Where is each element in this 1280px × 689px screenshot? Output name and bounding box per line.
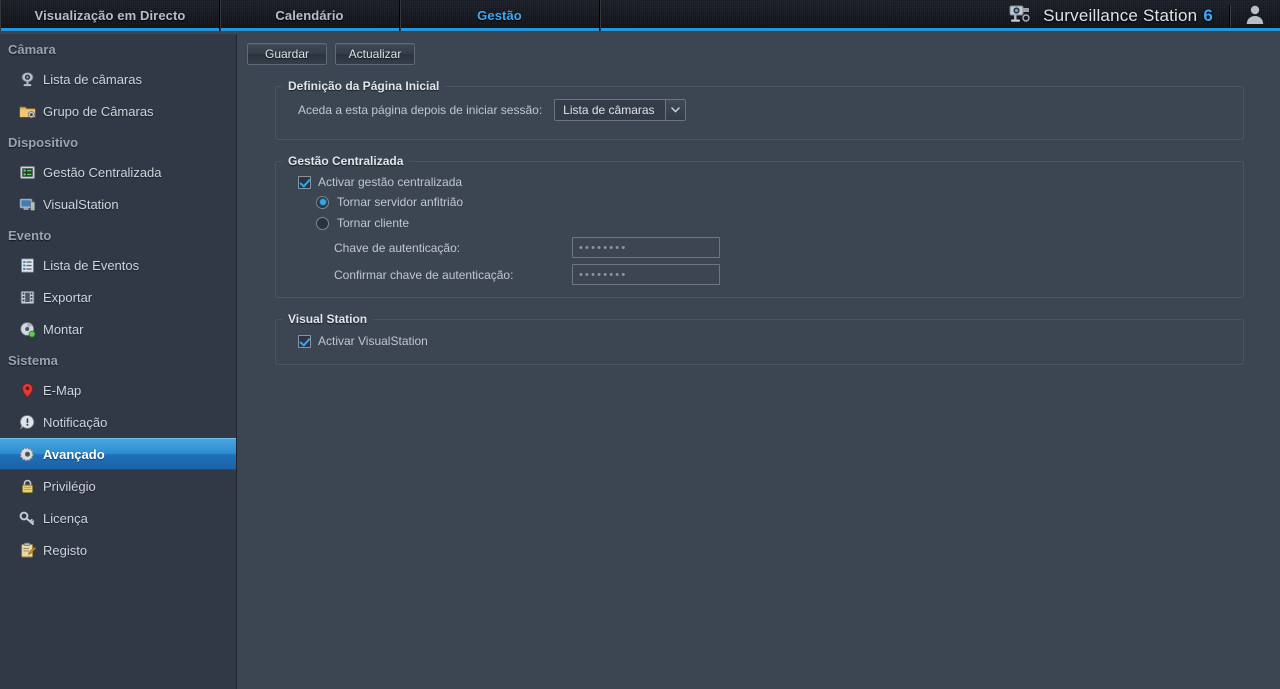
monitor-icon	[18, 195, 36, 213]
surveillance-station-window: Visualização em Directo Calendário Gestã…	[0, 0, 1280, 689]
sidebar-item-label: Licença	[43, 510, 88, 526]
content-toolbar: Guardar Actualizar	[238, 34, 1280, 65]
homepage-settings-group: Definição da Página Inicial Aceda a esta…	[275, 79, 1244, 140]
brand-area: Surveillance Station 6	[1008, 0, 1280, 31]
sidebar-section-event-title: Evento	[8, 228, 52, 243]
tab-management-label: Gestão	[477, 8, 522, 23]
alert-icon	[18, 413, 36, 431]
sidebar-item-license[interactable]: Licença	[0, 502, 236, 534]
sidebar-item-label: Registo	[43, 542, 88, 558]
auth-key-label: Chave de autenticação:	[334, 240, 461, 255]
sidebar-item-label: Lista de câmaras	[43, 71, 142, 87]
sidebar-item-label: Grupo de Câmaras	[43, 103, 154, 119]
sidebar-item-label: Lista de Eventos	[43, 257, 140, 273]
sidebar-item-label: Privilégio	[43, 478, 96, 494]
sidebar-item-notification[interactable]: Notificação	[0, 406, 236, 438]
content-area: Guardar Actualizar Definição da Página I…	[238, 34, 1280, 689]
sidebar-item-label: Notificação	[43, 414, 108, 430]
sidebar-item-camera-group[interactable]: Grupo de Câmaras	[0, 95, 236, 127]
auth-key-row: Chave de autenticação: ••••••••	[276, 237, 1243, 264]
camera-icon	[18, 70, 36, 88]
auth-key-confirm-field[interactable]: ••••••••	[572, 264, 720, 285]
auth-key-confirm-label: Confirmar chave de autenticação:	[334, 267, 514, 282]
homepage-settings-legend: Definição da Página Inicial	[288, 79, 440, 93]
brand-name: Surveillance Station	[1043, 5, 1198, 25]
sidebar-section-system-title: Sistema	[8, 353, 58, 368]
sidebar-item-event-list[interactable]: Lista de Eventos	[0, 249, 236, 281]
key-icon	[18, 509, 36, 527]
homepage-select[interactable]: Lista de câmaras	[554, 99, 687, 121]
homepage-select-value: Lista de câmaras	[563, 103, 655, 117]
brand-title: Surveillance Station 6	[1043, 6, 1213, 26]
camera-icon	[1008, 3, 1034, 28]
list-icon	[18, 256, 36, 274]
enable-central-checkbox[interactable]	[298, 175, 311, 189]
homepage-field-label: Aceda a esta página depois de iniciar se…	[298, 103, 543, 117]
homepage-row: Aceda a esta página depois de iniciar se…	[276, 93, 1243, 127]
sidebar-item-camera-list[interactable]: Lista de câmaras	[0, 63, 236, 95]
sidebar-item-label: VisualStation	[43, 196, 119, 212]
app-header: Visualização em Directo Calendário Gestã…	[0, 0, 1280, 31]
sidebar-item-emap[interactable]: E-Map	[0, 374, 236, 406]
sidebar-item-label: Gestão Centralizada	[43, 164, 162, 180]
sidebar-item-export[interactable]: Exportar	[0, 281, 236, 313]
sidebar-item-privilege[interactable]: Privilégio	[0, 470, 236, 502]
auth-key-confirm-row: Confirmar chave de autenticação: •••••••…	[276, 264, 1243, 285]
sidebar-item-label: E-Map	[43, 382, 82, 398]
sidebar-item-label: Montar	[43, 321, 84, 337]
gear-icon	[18, 445, 36, 463]
make-client-label: Tornar cliente	[337, 216, 410, 230]
enable-visualstation-checkbox[interactable]	[298, 334, 311, 348]
refresh-button[interactable]: Actualizar	[335, 43, 415, 65]
sidebar-item-label: Exportar	[43, 289, 93, 305]
centralized-management-legend: Gestão Centralizada	[288, 154, 404, 168]
tab-live-view-label: Visualização em Directo	[34, 8, 186, 23]
tab-calendar-label: Calendário	[275, 8, 344, 23]
make-host-radio[interactable]	[316, 195, 329, 209]
visualstation-legend: Visual Station	[288, 312, 368, 326]
make-host-label: Tornar servidor anfitrião	[337, 195, 464, 209]
enable-central-row: Activar gestão centralizada	[276, 168, 1243, 195]
auth-key-field[interactable]: ••••••••	[572, 237, 720, 258]
tab-management[interactable]: Gestão	[400, 0, 600, 31]
sidebar: Câmara Lista de câmaras Grupo de Câmaras…	[0, 34, 237, 689]
make-client-radio[interactable]	[316, 216, 329, 230]
brand-version: 6	[1203, 5, 1213, 25]
make-host-row: Tornar servidor anfitrião	[276, 195, 1243, 216]
settings-panels: Definição da Página Inicial Aceda a esta…	[238, 65, 1280, 365]
sidebar-item-label: Avançado	[43, 446, 105, 462]
user-icon[interactable]	[1244, 3, 1266, 28]
server-list-icon	[18, 163, 36, 181]
sidebar-section-device-title: Dispositivo	[8, 135, 79, 150]
enable-visualstation-label: Activar VisualStation	[318, 334, 428, 348]
disc-icon	[18, 320, 36, 338]
tab-live-view[interactable]: Visualização em Directo	[0, 0, 220, 31]
sidebar-item-visualstation[interactable]: VisualStation	[0, 188, 236, 220]
make-client-row: Tornar cliente	[276, 216, 1243, 237]
main-nav-tabs: Visualização em Directo Calendário Gestã…	[0, 0, 600, 31]
map-pin-icon	[18, 381, 36, 399]
enable-central-label: Activar gestão centralizada	[318, 175, 463, 189]
sidebar-item-mount[interactable]: Montar	[0, 313, 236, 345]
save-button[interactable]: Guardar	[247, 43, 327, 65]
header-divider	[1229, 4, 1230, 27]
clipboard-pencil-icon	[18, 541, 36, 559]
sidebar-section-camera-title: Câmara	[8, 42, 56, 57]
enable-visualstation-row: Activar VisualStation	[276, 326, 1243, 352]
tab-calendar[interactable]: Calendário	[220, 0, 400, 31]
sidebar-item-advanced[interactable]: Avançado	[0, 438, 236, 470]
sidebar-item-centralized-management[interactable]: Gestão Centralizada	[0, 156, 236, 188]
folder-camera-icon	[18, 102, 36, 120]
chevron-down-icon[interactable]	[665, 100, 686, 120]
centralized-management-group: Gestão Centralizada Activar gestão centr…	[275, 154, 1244, 298]
visualstation-group: Visual Station Activar VisualStation	[275, 312, 1244, 365]
film-icon	[18, 288, 36, 306]
lock-icon	[18, 477, 36, 495]
sidebar-item-log[interactable]: Registo	[0, 534, 236, 566]
